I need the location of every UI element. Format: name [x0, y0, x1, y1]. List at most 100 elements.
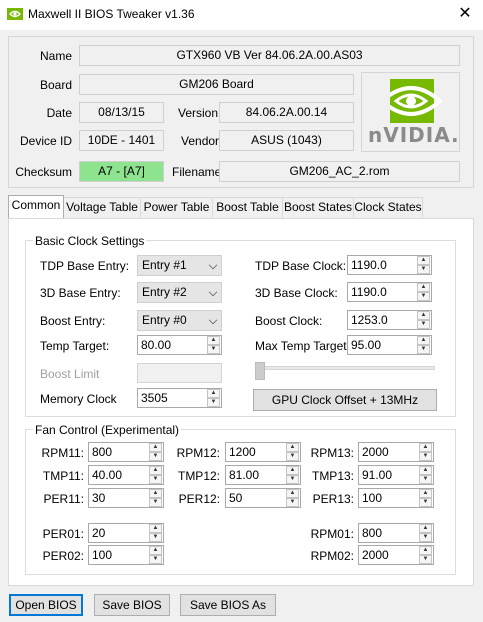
tmp13-spinner[interactable]: ▲ ▼	[418, 466, 433, 484]
tmp11-input[interactable]: 40.00 ▲ ▼	[88, 465, 164, 485]
boost-clock-spinner[interactable]: ▲ ▼	[416, 311, 431, 329]
spin-up-icon[interactable]: ▲	[207, 389, 220, 398]
spin-down-icon[interactable]: ▼	[149, 452, 162, 461]
spin-down-icon[interactable]: ▼	[149, 475, 162, 484]
tmp12-spinner[interactable]: ▲ ▼	[285, 466, 300, 484]
spin-up-icon[interactable]: ▲	[149, 443, 162, 452]
clock-offset-slider[interactable]	[255, 362, 435, 382]
temp-target-spinner[interactable]: ▲ ▼	[206, 336, 221, 354]
spin-up-icon[interactable]: ▲	[149, 466, 162, 475]
close-button[interactable]: ✕	[448, 2, 482, 26]
nvidia-app-icon	[7, 8, 23, 20]
3d-clock-spinner[interactable]: ▲ ▼	[416, 283, 431, 301]
tmp13-input[interactable]: 91.00 ▲ ▼	[358, 465, 434, 485]
per02-input[interactable]: 100 ▲ ▼	[88, 545, 164, 565]
spin-down-icon[interactable]: ▼	[417, 320, 430, 329]
spin-up-icon[interactable]: ▲	[419, 489, 432, 498]
tab-clock-states[interactable]: Clock States	[353, 197, 423, 218]
save-bios-button[interactable]: Save BIOS	[94, 594, 170, 616]
spin-down-icon[interactable]: ▼	[207, 398, 220, 407]
rpm13-input[interactable]: 2000 ▲ ▼	[358, 442, 434, 462]
per02-spinner[interactable]: ▲ ▼	[148, 546, 163, 564]
memory-clock-input[interactable]: 3505 ▲ ▼	[137, 388, 222, 408]
spin-down-icon[interactable]: ▼	[417, 292, 430, 301]
spin-down-icon[interactable]: ▼	[417, 265, 430, 274]
spin-up-icon[interactable]: ▲	[149, 524, 162, 533]
rpm12-input[interactable]: 1200 ▲ ▼	[225, 442, 301, 462]
per12-input[interactable]: 50 ▲ ▼	[225, 488, 301, 508]
max-temp-input[interactable]: 95.00 ▲ ▼	[347, 335, 432, 355]
spin-up-icon[interactable]: ▲	[286, 443, 299, 452]
spin-up-icon[interactable]: ▲	[419, 443, 432, 452]
spin-up-icon[interactable]: ▲	[417, 336, 430, 345]
3d-clock-label: 3D Base Clock:	[255, 286, 338, 300]
tab-boost-table[interactable]: Boost Table	[212, 197, 283, 218]
tdp-clock-spinner[interactable]: ▲ ▼	[416, 256, 431, 274]
tdp-clock-input[interactable]: 1190.0 ▲ ▼	[347, 255, 432, 275]
spin-down-icon[interactable]: ▼	[419, 555, 432, 564]
checksum-field: A7 - [A7]	[79, 161, 164, 182]
per13-input[interactable]: 100 ▲ ▼	[358, 488, 434, 508]
spin-down-icon[interactable]: ▼	[419, 498, 432, 507]
slider-thumb[interactable]	[255, 362, 265, 380]
spin-down-icon[interactable]: ▼	[286, 498, 299, 507]
tab-common[interactable]: Common	[8, 195, 64, 218]
rpm11-input[interactable]: 800 ▲ ▼	[88, 442, 164, 462]
spin-up-icon[interactable]: ▲	[419, 524, 432, 533]
spin-up-icon[interactable]: ▲	[417, 256, 430, 265]
per11-input[interactable]: 30 ▲ ▼	[88, 488, 164, 508]
tmp13-value: 91.00	[362, 468, 393, 482]
spin-down-icon[interactable]: ▼	[417, 345, 430, 354]
spin-down-icon[interactable]: ▼	[149, 498, 162, 507]
spin-up-icon[interactable]: ▲	[417, 283, 430, 292]
spin-down-icon[interactable]: ▼	[419, 475, 432, 484]
boost-clock-input[interactable]: 1253.0 ▲ ▼	[347, 310, 432, 330]
spin-down-icon[interactable]: ▼	[419, 452, 432, 461]
spin-up-icon[interactable]: ▲	[286, 466, 299, 475]
max-temp-spinner[interactable]: ▲ ▼	[416, 336, 431, 354]
save-bios-as-button[interactable]: Save BIOS As	[180, 594, 276, 616]
tab-boost-states[interactable]: Boost States	[282, 197, 354, 218]
spin-down-icon[interactable]: ▼	[149, 555, 162, 564]
rpm01-input[interactable]: 800 ▲ ▼	[358, 523, 434, 543]
boost-entry-select[interactable]: Entry #0	[137, 310, 222, 331]
spin-down-icon[interactable]: ▼	[286, 452, 299, 461]
tab-power-table[interactable]: Power Table	[140, 197, 213, 218]
spin-up-icon[interactable]: ▲	[417, 311, 430, 320]
rpm13-spinner[interactable]: ▲ ▼	[418, 443, 433, 461]
tmp11-spinner[interactable]: ▲ ▼	[148, 466, 163, 484]
rpm01-value: 800	[362, 526, 383, 540]
spin-up-icon[interactable]: ▲	[149, 489, 162, 498]
spin-down-icon[interactable]: ▼	[286, 475, 299, 484]
tab-voltage-table[interactable]: Voltage Table	[63, 197, 141, 218]
spin-down-icon[interactable]: ▼	[419, 533, 432, 542]
per11-spinner[interactable]: ▲ ▼	[148, 489, 163, 507]
rpm01-spinner[interactable]: ▲ ▼	[418, 524, 433, 542]
memory-clock-spinner[interactable]: ▲ ▼	[206, 389, 221, 407]
spin-up-icon[interactable]: ▲	[419, 546, 432, 555]
spin-up-icon[interactable]: ▲	[207, 336, 220, 345]
per12-spinner[interactable]: ▲ ▼	[285, 489, 300, 507]
rpm12-spinner[interactable]: ▲ ▼	[285, 443, 300, 461]
tmp12-input[interactable]: 81.00 ▲ ▼	[225, 465, 301, 485]
tmp11-label: TMP11:	[42, 469, 84, 483]
rpm02-spinner[interactable]: ▲ ▼	[418, 546, 433, 564]
open-bios-button[interactable]: Open BIOS	[9, 594, 83, 616]
temp-target-value: 80.00	[141, 338, 172, 352]
spin-up-icon[interactable]: ▲	[149, 546, 162, 555]
gpu-clock-offset-button[interactable]: GPU Clock Offset + 13MHz	[253, 389, 437, 411]
temp-target-input[interactable]: 80.00 ▲ ▼	[137, 335, 222, 355]
spin-down-icon[interactable]: ▼	[207, 345, 220, 354]
title-bar[interactable]: Maxwell II BIOS Tweaker v1.36 ✕	[0, 0, 483, 30]
tdp-entry-select[interactable]: Entry #1	[137, 255, 222, 276]
3d-clock-input[interactable]: 1190.0 ▲ ▼	[347, 282, 432, 302]
rpm11-spinner[interactable]: ▲ ▼	[148, 443, 163, 461]
spin-up-icon[interactable]: ▲	[286, 489, 299, 498]
spin-up-icon[interactable]: ▲	[419, 466, 432, 475]
per01-spinner[interactable]: ▲ ▼	[148, 524, 163, 542]
per13-spinner[interactable]: ▲ ▼	[418, 489, 433, 507]
spin-down-icon[interactable]: ▼	[149, 533, 162, 542]
per01-input[interactable]: 20 ▲ ▼	[88, 523, 164, 543]
3d-entry-select[interactable]: Entry #2	[137, 282, 222, 303]
rpm02-input[interactable]: 2000 ▲ ▼	[358, 545, 434, 565]
